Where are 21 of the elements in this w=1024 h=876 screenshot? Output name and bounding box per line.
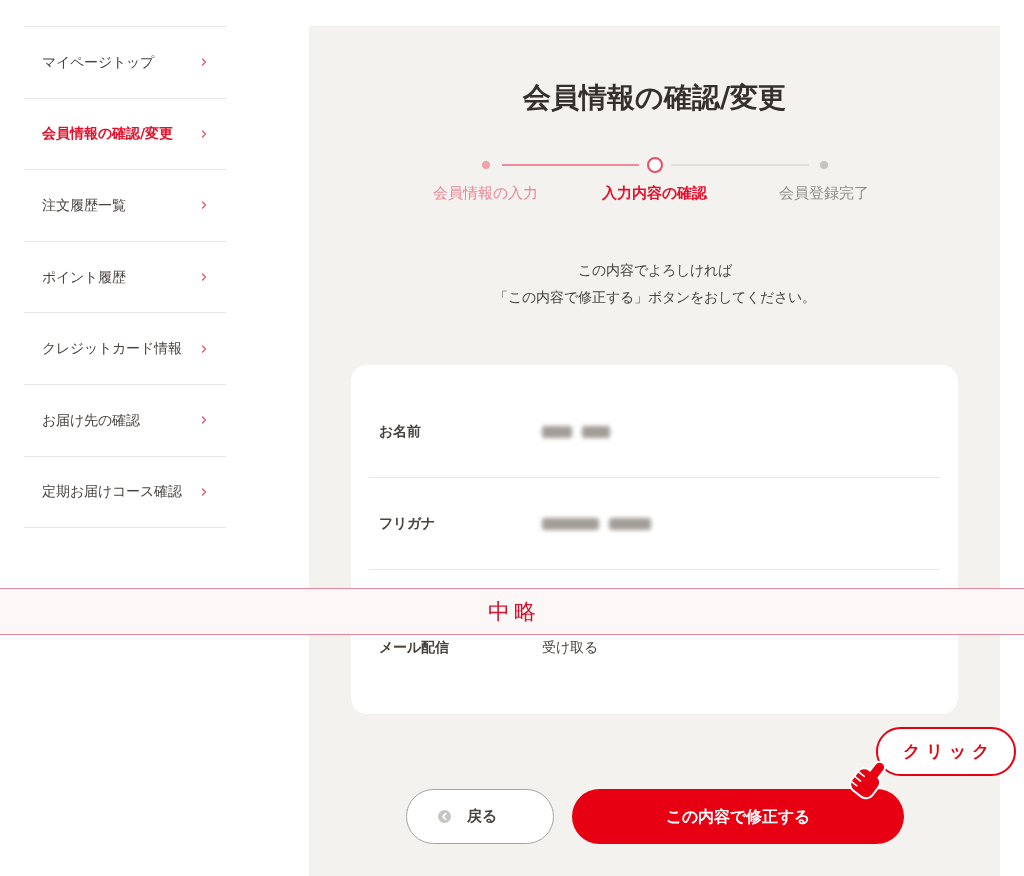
omission-label: 中略 [486,597,541,626]
field-label: フリガナ [379,514,436,533]
field-label: お名前 [379,422,422,441]
field-value: 受け取る [542,637,598,657]
sidebar-item[interactable]: お届け先の確認 [24,384,226,457]
page-title: 会員情報の確認/変更 [522,80,787,116]
sidebar-item[interactable]: クレジットカード情報 [24,313,226,385]
step-label: 会員情報の入力 [433,183,538,203]
instruction-text: この内容でよろしければ [577,261,732,280]
step-label: 会員登録完了 [778,183,869,203]
chevron-left-icon [437,810,451,823]
sidebar-item[interactable]: 定期お届けコース確認 [24,456,226,529]
click-callout: クリック [876,727,1016,776]
step-label: 入力内容の確認 [602,183,707,203]
sidebar-item[interactable]: ポイント履歴 [24,241,226,314]
sidebar-item[interactable]: 会員情報の確認/変更 [24,98,226,171]
sidebar-item[interactable]: 注文履歴一覧 [24,170,226,242]
sidebar-item[interactable]: マイページトップ [24,27,226,99]
back-button[interactable]: 戻る [405,789,554,844]
instruction-text: 「この内容で修正する」ボタンをおしてください。 [493,288,816,307]
field-label: メール配信 [379,637,450,657]
